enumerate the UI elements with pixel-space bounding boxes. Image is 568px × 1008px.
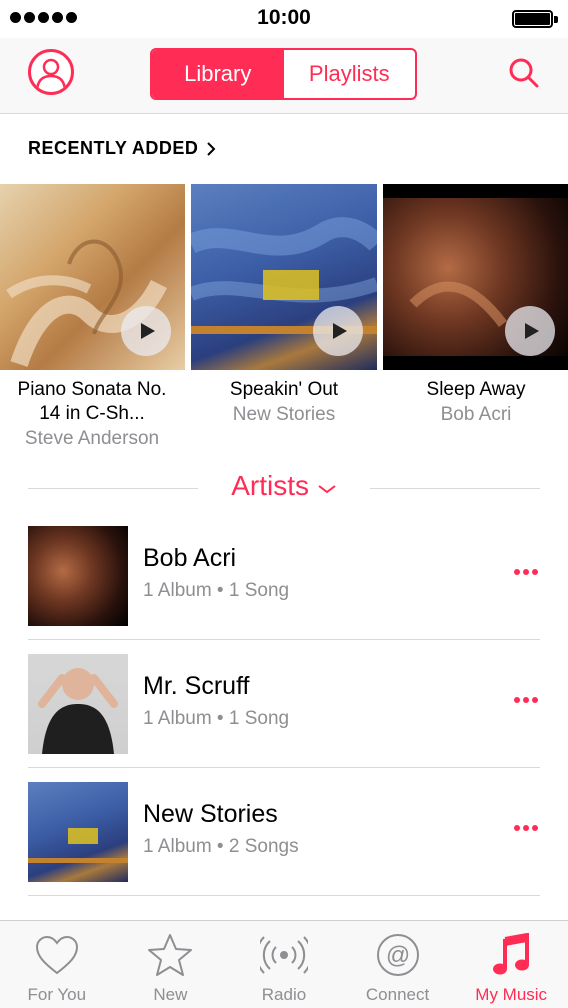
- album-cover[interactable]: [191, 184, 377, 370]
- status-time: 10:00: [257, 6, 311, 29]
- more-options-icon[interactable]: [514, 562, 540, 582]
- battery-icon: [512, 10, 558, 28]
- play-button[interactable]: [313, 306, 363, 356]
- more-options-icon[interactable]: [514, 690, 540, 710]
- chevron-down-icon: [318, 485, 336, 494]
- tab-new[interactable]: New: [114, 921, 228, 1008]
- tab-connect[interactable]: @ Connect: [341, 921, 455, 1008]
- artist-meta: 1 Album • 1 Song: [143, 580, 290, 601]
- at-sign-icon: @: [374, 931, 422, 979]
- star-icon: [146, 931, 194, 979]
- album-artist: Steve Anderson: [24, 428, 160, 449]
- tab-label: New: [153, 985, 188, 1004]
- tab-for-you[interactable]: For You: [0, 921, 114, 1008]
- heart-icon: [33, 931, 81, 979]
- music-note-icon: [487, 931, 535, 979]
- svg-text:@: @: [385, 942, 409, 969]
- artist-name: New Stories: [143, 800, 278, 828]
- play-button[interactable]: [121, 306, 171, 356]
- tab-label: Connect: [365, 985, 430, 1004]
- artist-name: Bob Acri: [143, 544, 237, 572]
- search-icon[interactable]: [508, 57, 540, 89]
- play-button[interactable]: [505, 306, 555, 356]
- list-item[interactable]: New Stories 1 Album • 2 Songs: [28, 768, 540, 896]
- recently-added-carousel: Piano Sonata No. 14 in C-Sh... Steve And…: [0, 184, 568, 464]
- tab-label: Radio: [261, 985, 307, 1004]
- radio-broadcast-icon: [259, 931, 308, 979]
- artist-artwork: [28, 526, 128, 626]
- person-circle-icon[interactable]: [28, 49, 74, 95]
- artist-meta: 1 Album • 1 Song: [143, 708, 290, 729]
- album-cover[interactable]: [383, 184, 568, 370]
- artists-label: Artists: [231, 470, 309, 501]
- library-playlists-segmented-control: Library Playlists: [150, 48, 417, 100]
- tab-bar: For You New Radio @ Connect My Music: [0, 920, 568, 1008]
- album-card[interactable]: Sleep Away Bob Acri: [383, 184, 568, 428]
- artists-section-header: Artists: [0, 466, 568, 510]
- nav-header: Library Playlists: [0, 38, 568, 114]
- artists-sort-selector[interactable]: Artists: [0, 470, 568, 502]
- tab-library[interactable]: Library: [152, 50, 284, 98]
- list-item[interactable]: Mr. Scruff 1 Album • 1 Song: [28, 640, 540, 768]
- tab-radio[interactable]: Radio: [227, 921, 341, 1008]
- tab-my-music[interactable]: My Music: [454, 921, 568, 1008]
- status-bar: 10:00: [0, 0, 568, 38]
- divider: [370, 488, 540, 489]
- chevron-right-icon: [207, 141, 216, 156]
- tab-label: My Music: [475, 985, 548, 1004]
- album-title: Piano Sonata No. 14 in C-Sh...: [17, 379, 167, 424]
- artist-meta: 1 Album • 2 Songs: [143, 836, 299, 857]
- album-cover[interactable]: [0, 184, 185, 370]
- list-item[interactable]: Bob Acri 1 Album • 1 Song: [28, 512, 540, 640]
- album-title: Sleep Away: [426, 379, 526, 400]
- album-card[interactable]: Speakin' Out New Stories: [191, 184, 377, 428]
- album-artist: Bob Acri: [440, 404, 512, 425]
- tab-playlists[interactable]: Playlists: [284, 50, 416, 98]
- tab-label: For You: [27, 985, 87, 1004]
- recently-added-title: RECENTLY ADDED: [28, 138, 199, 158]
- more-options-icon[interactable]: [514, 818, 540, 838]
- artist-name: Mr. Scruff: [143, 672, 250, 700]
- album-artist: New Stories: [232, 404, 336, 425]
- recently-added-header[interactable]: RECENTLY ADDED: [28, 138, 216, 159]
- artist-artwork: [28, 654, 128, 754]
- artist-artwork: [28, 782, 128, 882]
- album-card[interactable]: Piano Sonata No. 14 in C-Sh... Steve And…: [0, 184, 185, 452]
- album-title: Speakin' Out: [229, 379, 339, 400]
